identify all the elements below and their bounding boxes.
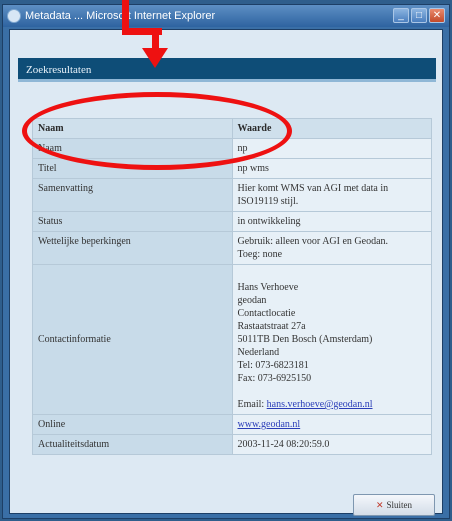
close-button[interactable]: ✕ Sluiten — [353, 494, 435, 516]
close-window-button[interactable]: ✕ — [429, 8, 445, 23]
window-controls: _ □ ✕ — [393, 8, 445, 23]
table-row: Wettelijke beperkingen Gebruik: alleen v… — [32, 231, 432, 265]
contact-info-cell: Hans Verhoeve geodan Contactlocatie Rast… — [231, 264, 432, 415]
row-value: 2003-11-24 08:20:59.0 — [231, 434, 432, 455]
close-icon: ✕ — [375, 500, 384, 510]
internet-explorer-icon — [7, 9, 21, 23]
contact-details: Hans Verhoeve geodan Contactlocatie Rast… — [237, 282, 373, 384]
close-button-label: Sluiten — [386, 500, 413, 510]
row-label: Wettelijke beperkingen — [32, 231, 233, 265]
table-row: Contactinformatie Hans Verhoeve geodan C… — [32, 264, 432, 415]
panel-header: Zoekresultaten — [18, 58, 436, 82]
row-label: Contactinformatie — [32, 264, 233, 415]
table-row: Actualiteitsdatum 2003-11-24 08:20:59.0 — [32, 434, 432, 455]
table-row: Samenvatting Hier komt WMS van AGI met d… — [32, 178, 432, 212]
annotation-arrow-shaft — [152, 28, 159, 50]
row-label: Online — [32, 414, 233, 435]
online-link[interactable]: www.geodan.nl — [238, 419, 301, 430]
online-cell: www.geodan.nl — [231, 414, 432, 435]
annotation-highlight-ellipse — [22, 92, 292, 170]
email-label: Email: — [237, 399, 267, 410]
row-value: Gebruik: alleen voor AGI en Geodan. Toeg… — [231, 231, 432, 265]
row-label: Samenvatting — [32, 178, 233, 212]
annotation-arrowhead — [142, 48, 168, 68]
row-label: Actualiteitsdatum — [32, 434, 233, 455]
row-value: in ontwikkeling — [231, 211, 432, 232]
browser-window: Metadata ... Microsoft Internet Explorer… — [2, 4, 450, 519]
email-link[interactable]: hans.verhoeve@geodan.nl — [267, 399, 373, 410]
results-table: Naam Waarde Naam np Titel np wms Samenva… — [32, 118, 432, 455]
row-value: np wms — [231, 158, 432, 179]
window-title: Metadata ... Microsoft Internet Explorer — [25, 10, 216, 22]
maximize-button[interactable]: □ — [411, 8, 427, 23]
title-bar[interactable]: Metadata ... Microsoft Internet Explorer… — [3, 5, 449, 27]
table-row: Online www.geodan.nl — [32, 414, 432, 435]
row-value: Hier komt WMS van AGI met data in ISO191… — [231, 178, 432, 212]
row-label: Status — [32, 211, 233, 232]
minimize-button[interactable]: _ — [393, 8, 409, 23]
table-row: Status in ontwikkeling — [32, 211, 432, 232]
